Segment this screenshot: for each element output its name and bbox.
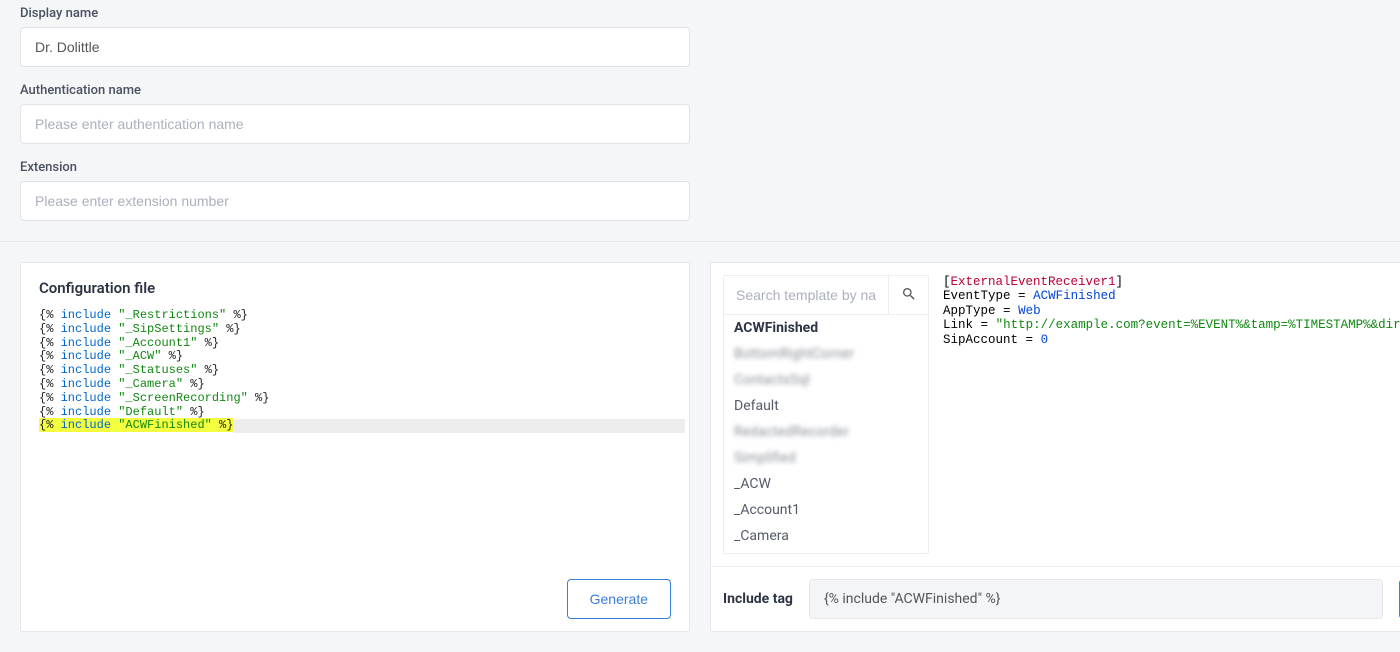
auth-name-input[interactable] <box>20 104 690 144</box>
extension-label: Extension <box>20 160 690 175</box>
generate-row: Generate <box>21 567 689 631</box>
code-line: {% include "_Account1" %} <box>39 337 671 351</box>
template-item[interactable]: BottomRightCorner <box>724 341 928 367</box>
config-panel: Configuration file {% include "_Restrict… <box>20 262 690 632</box>
form-section: Display name Authentication name Extensi… <box>0 0 1400 241</box>
config-title: Configuration file <box>21 263 689 309</box>
extension-input[interactable] <box>20 181 690 221</box>
code-line: {% include "_ACW" %} <box>39 350 671 364</box>
display-name-group: Display name <box>20 6 690 67</box>
template-item[interactable]: _ACW <box>724 471 928 497</box>
config-code-editor[interactable]: {% include "_Restrictions" %}{% include … <box>21 309 689 567</box>
include-tag-value[interactable]: {% include "ACWFinished" %} <box>809 579 1383 619</box>
template-body: ACWFinishedBottomRightCornerContactsSqlD… <box>711 263 1400 566</box>
bottom-section: Configuration file {% include "_Restrict… <box>0 242 1400 652</box>
template-item[interactable]: ACWFinished <box>724 315 928 341</box>
preview-column: [ExternalEventReceiver1] EventType = ACW… <box>941 275 1400 554</box>
code-line: {% include "_Camera" %} <box>39 378 671 392</box>
generate-button[interactable]: Generate <box>567 579 671 619</box>
template-search-input[interactable] <box>724 276 888 314</box>
preview-code[interactable]: [ExternalEventReceiver1] EventType = ACW… <box>941 275 1400 554</box>
template-item[interactable]: ContactsSql <box>724 367 928 393</box>
display-name-label: Display name <box>20 6 690 21</box>
template-search-button[interactable] <box>888 276 928 314</box>
display-name-input[interactable] <box>20 27 690 67</box>
template-item[interactable]: _Camera <box>724 523 928 549</box>
template-search-row <box>724 276 928 315</box>
code-line: {% include "_Statuses" %} <box>39 364 671 378</box>
code-line: {% include "_SipSettings" %} <box>39 323 671 337</box>
code-line: {% include "_ScreenRecording" %} <box>39 392 671 406</box>
code-line: {% include "ACWFinished" %} <box>39 419 671 433</box>
include-tag-label: Include tag <box>723 591 793 607</box>
search-icon <box>901 286 917 305</box>
template-item[interactable]: RedactedRecorder <box>724 419 928 445</box>
template-item[interactable]: Default <box>724 393 928 419</box>
extension-group: Extension <box>20 160 690 221</box>
auth-name-label: Authentication name <box>20 83 690 98</box>
template-item[interactable]: Simplified <box>724 445 928 471</box>
template-panel: ACWFinishedBottomRightCornerContactsSqlD… <box>710 262 1400 632</box>
code-line: {% include "_Restrictions" %} <box>39 309 671 323</box>
include-row: Include tag {% include "ACWFinished" %} … <box>711 566 1400 631</box>
auth-name-group: Authentication name <box>20 83 690 144</box>
template-item[interactable]: _Account1 <box>724 497 928 523</box>
code-line: {% include "Default" %} <box>39 406 671 420</box>
template-list[interactable]: ACWFinishedBottomRightCornerContactsSqlD… <box>724 315 928 553</box>
template-column: ACWFinishedBottomRightCornerContactsSqlD… <box>723 275 929 554</box>
